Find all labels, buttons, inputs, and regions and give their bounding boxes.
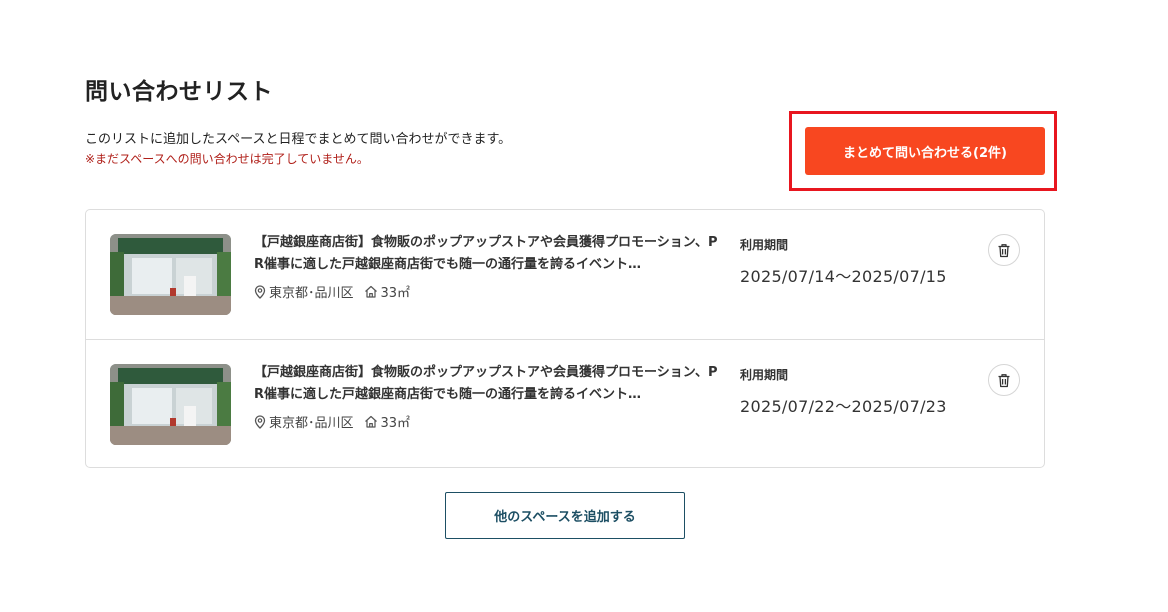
space-meta: 東京都･品川区 33㎡ xyxy=(254,282,410,301)
space-location: 東京都･品川区 xyxy=(269,286,354,301)
space-area: 33㎡ xyxy=(380,286,411,301)
period-label: 利用期間 xyxy=(740,238,789,252)
trash-icon xyxy=(998,373,1010,387)
space-title[interactable]: 【戸越銀座商店街】食物販のポップアップストアや会員獲得プロモーション、PR催事に… xyxy=(254,232,719,276)
delete-button[interactable] xyxy=(988,234,1020,266)
house-icon xyxy=(364,415,377,428)
add-space-button[interactable]: 他のスペースを追加する xyxy=(445,492,685,539)
period-value: 2025/07/22〜2025/07/23 xyxy=(740,397,947,416)
space-meta: 東京都･品川区 33㎡ xyxy=(254,412,410,431)
inquiry-list: 【戸越銀座商店街】食物販のポップアップストアや会員獲得プロモーション、PR催事に… xyxy=(85,209,1045,468)
list-item: 【戸越銀座商店街】食物販のポップアップストアや会員獲得プロモーション、PR催事に… xyxy=(86,339,1044,467)
inquire-all-button[interactable]: まとめて問い合わせる(2件) xyxy=(805,127,1045,175)
delete-button[interactable] xyxy=(988,364,1020,396)
period-label: 利用期間 xyxy=(740,368,789,382)
space-location: 東京都･品川区 xyxy=(269,416,354,431)
trash-icon xyxy=(998,243,1010,257)
inquiry-warning: ※まだスペースへの問い合わせは完了していません。 xyxy=(85,152,369,166)
list-item: 【戸越銀座商店街】食物販のポップアップストアや会員獲得プロモーション、PR催事に… xyxy=(86,210,1044,339)
space-thumbnail[interactable] xyxy=(110,234,231,315)
page-description: このリストに追加したスペースと日程でまとめて問い合わせができます。 xyxy=(85,132,512,147)
space-area-group: 33㎡ xyxy=(364,282,411,301)
space-title[interactable]: 【戸越銀座商店街】食物販のポップアップストアや会員獲得プロモーション、PR催事に… xyxy=(254,362,719,406)
period-value: 2025/07/14〜2025/07/15 xyxy=(740,267,947,286)
page-title: 問い合わせリスト xyxy=(85,79,273,105)
space-area: 33㎡ xyxy=(380,416,411,431)
map-pin-icon xyxy=(254,284,266,299)
house-icon xyxy=(364,285,377,298)
space-area-group: 33㎡ xyxy=(364,412,411,431)
space-thumbnail[interactable] xyxy=(110,364,231,445)
map-pin-icon xyxy=(254,414,266,429)
